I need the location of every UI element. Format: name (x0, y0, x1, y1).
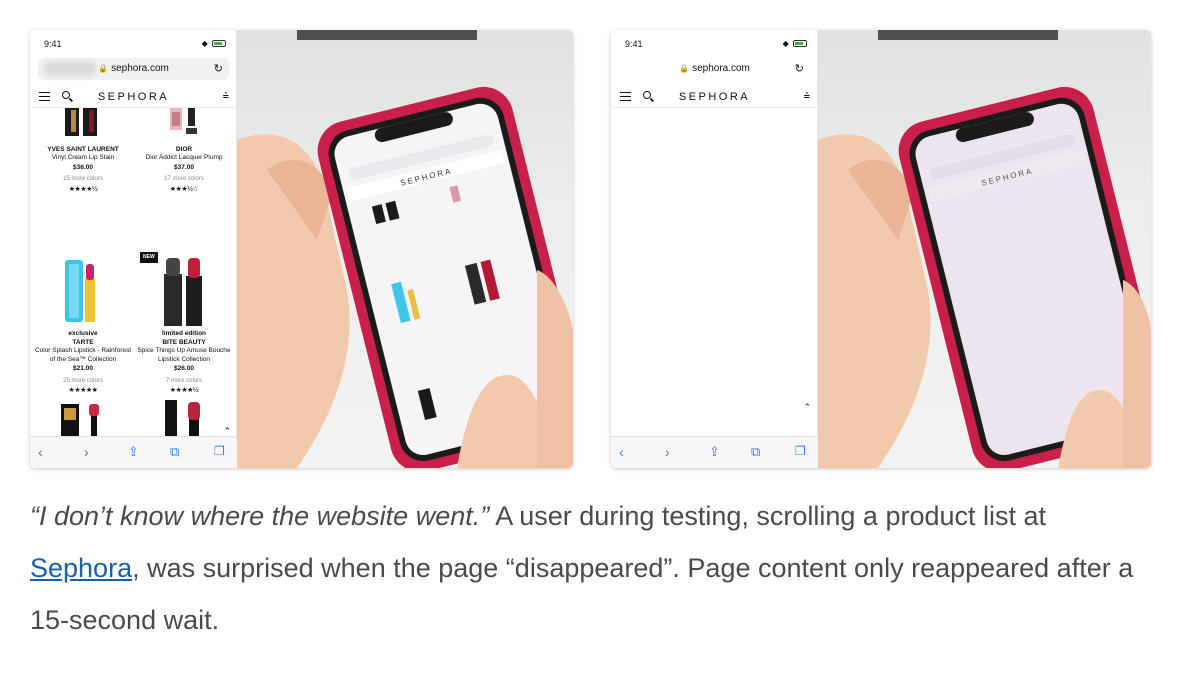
rating-stars: ★★★½☆ (169, 185, 199, 193)
caption-text: A user during testing, scrolling a produ… (489, 501, 1047, 531)
bookmarks-icon[interactable]: ⧉ (170, 444, 179, 460)
basket-icon[interactable]: ⩮ (223, 90, 229, 103)
product-price: $21.00 (73, 365, 93, 372)
share-icon[interactable]: ⇪ (709, 444, 720, 460)
rating-stars: ★★★★½ (169, 387, 199, 394)
product-image: NEW (134, 250, 234, 330)
rating-stars: ★★★★½ (68, 185, 98, 193)
product-colors: 7 more colors (165, 377, 203, 384)
address-bar[interactable]: 🔒 sephora.com ↻ (38, 58, 229, 80)
product-name: Dior Addict Lacquer Plump (145, 154, 223, 161)
browser-toolbar: ‹ › ⇪ ⧉ ❐ (30, 436, 237, 468)
chevron-up-icon[interactable]: ⌃ (223, 426, 231, 436)
forward-icon[interactable]: › (84, 444, 89, 460)
product-image (65, 108, 97, 136)
status-icons: ◆ (783, 39, 807, 48)
back-icon[interactable]: ‹ (619, 444, 624, 460)
battery-icon (212, 40, 226, 48)
product-name: Vinyl Cream Lip Stain (51, 154, 115, 161)
product-card[interactable]: NEW limited edition BITE BEAUTY Spice Th… (134, 250, 234, 396)
chevron-up-icon[interactable]: ⌃ (803, 402, 811, 413)
photo-hand-holding-phone: SEPHORA (237, 30, 573, 468)
reload-icon[interactable]: ↻ (214, 58, 223, 80)
product-tag: exclusive (68, 330, 98, 337)
url-text: sephora.com (111, 63, 169, 74)
photo-hand-holding-phone-blank: SEPHORA (818, 30, 1151, 468)
phone-screen: 9:41 ◆ 🔒 sephora.com ↻ SEPHORA ⩮ ⌃ ‹ › ⇪ … (611, 30, 818, 468)
product-brand: DIOR (175, 145, 193, 153)
product-colors: 25 more colors (63, 377, 103, 384)
site-header: SEPHORA ⩮ (611, 86, 818, 108)
status-bar: 9:41 ◆ (611, 30, 817, 56)
browser-toolbar: ‹ › ⇪ ⧉ ❐ (611, 436, 818, 468)
site-logo[interactable]: SEPHORA (30, 91, 237, 103)
basket-icon[interactable]: ⩮ (804, 90, 810, 103)
product-card[interactable]: DIOR Dior Addict Lacquer Plump $37.00 17… (134, 108, 234, 194)
battery-icon (793, 40, 807, 48)
product-card[interactable]: exclusive TARTE Color Splash Lipstick - … (33, 250, 133, 396)
status-time: 9:41 (625, 39, 643, 49)
product-card[interactable]: YVES SAINT LAURENT Vinyl Cream Lip Stain… (33, 108, 133, 194)
tabs-icon[interactable]: ❐ (214, 444, 225, 458)
back-icon[interactable]: ‹ (38, 444, 43, 460)
product-colors: 15 more colors (63, 176, 103, 182)
product-tag: limited edition (161, 330, 207, 337)
caption-text-continued: , was surprised when the page “disappear… (30, 553, 1134, 635)
site-header: SEPHORA ⩮ (30, 86, 237, 108)
product-name: Color Splash Lipstick - Rainforest of th… (34, 347, 132, 363)
site-logo[interactable]: SEPHORA (611, 91, 818, 103)
blurred-area (44, 62, 96, 76)
forward-icon[interactable]: › (665, 444, 670, 460)
product-brand: TARTE (72, 338, 94, 346)
product-name: Spice Things Up Amuse Bouche Lipstick Co… (137, 347, 231, 363)
url-text: sephora.com (692, 63, 750, 74)
share-icon[interactable]: ⇪ (128, 444, 139, 460)
tabs-icon[interactable]: ❐ (795, 444, 806, 458)
product-colors: 17 more colors (164, 176, 204, 182)
new-badge: NEW (140, 252, 158, 263)
product-brand: BITE BEAUTY (162, 338, 206, 346)
screenshot-panel-right: 9:41 ◆ 🔒 sephora.com ↻ SEPHORA ⩮ ⌃ ‹ › ⇪ … (611, 30, 1151, 468)
rating-stars: ★★★★★ (68, 387, 98, 394)
phone-screen: 9:41 ◆ 🔒 sephora.com ↻ SEPHORA ⩮ YVES SA… (30, 30, 237, 468)
caption: “I don’t know where the website went.” A… (30, 490, 1140, 646)
product-brand: YVES SAINT LAURENT (47, 145, 119, 153)
status-time: 9:41 (44, 39, 62, 49)
status-bar: 9:41 ◆ (30, 30, 236, 56)
product-grid: YVES SAINT LAURENT Vinyl Cream Lip Stain… (30, 108, 237, 436)
product-price: $36.00 (73, 163, 93, 171)
caption-quote: “I don’t know where the website went.” (30, 501, 490, 531)
bookmarks-icon[interactable]: ⧉ (751, 444, 760, 460)
product-image (170, 108, 197, 134)
sephora-link[interactable]: Sephora (30, 553, 132, 583)
product-image (33, 250, 133, 330)
status-icons: ◆ (202, 39, 226, 48)
lock-icon: 🔒 (679, 64, 690, 73)
product-price: $37.00 (174, 163, 194, 171)
product-image-row (61, 400, 200, 436)
screenshot-panel-left: 9:41 ◆ 🔒 sephora.com ↻ SEPHORA ⩮ YVES SA… (30, 30, 573, 468)
reload-icon[interactable]: ↻ (795, 58, 804, 80)
address-bar[interactable]: 🔒 sephora.com ↻ (619, 58, 810, 80)
lock-icon: 🔒 (98, 64, 109, 73)
product-price: $26.00 (174, 365, 194, 372)
